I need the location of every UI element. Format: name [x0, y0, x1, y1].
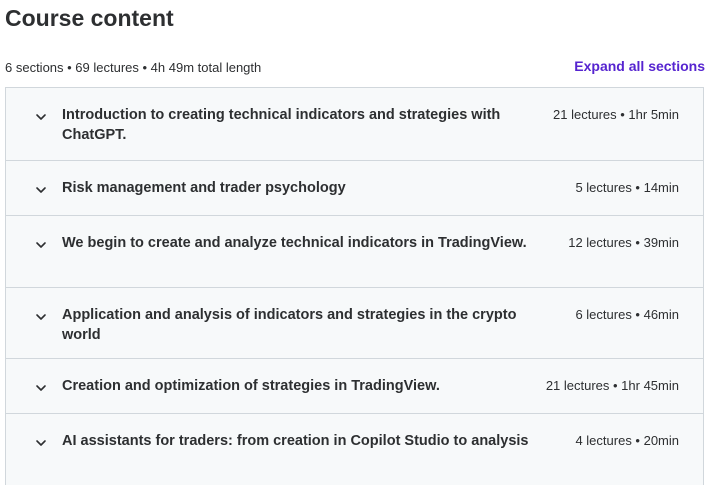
course-summary: 6 sections • 69 lectures • 4h 49m total … — [5, 60, 262, 75]
section-2-header[interactable]: Risk management and trader psychology 5 … — [6, 161, 703, 216]
section-meta: 21 lectures • 1hr 5min — [553, 107, 679, 122]
section-meta: 6 lectures • 46min — [575, 307, 679, 322]
expand-all-sections-button[interactable]: Expand all sections — [574, 58, 705, 74]
chevron-down-icon — [34, 183, 48, 197]
section-title: Creation and optimization of strategies … — [62, 378, 440, 394]
course-summary-row: 6 sections • 69 lectures • 4h 49m total … — [5, 58, 705, 78]
chevron-down-icon — [34, 238, 48, 252]
chevron-down-icon — [34, 436, 48, 450]
section-3-header[interactable]: We begin to create and analyze technical… — [6, 216, 703, 288]
section-title: We begin to create and analyze technical… — [62, 235, 527, 251]
section-5-header[interactable]: Creation and optimization of strategies … — [6, 359, 703, 414]
section-meta: 5 lectures • 14min — [575, 180, 679, 195]
section-title: Risk management and trader psychology — [62, 180, 346, 196]
section-meta: 21 lectures • 1hr 45min — [545, 378, 679, 393]
section-meta: 12 lectures • 39min — [568, 235, 679, 250]
chevron-down-icon — [34, 310, 48, 324]
section-6-header[interactable]: AI assistants for traders: from creation… — [6, 414, 703, 485]
section-4-header[interactable]: Application and analysis of indicators a… — [6, 288, 703, 359]
section-title: AI assistants for traders: from creation… — [62, 433, 529, 449]
section-title: Application and analysis of indicators a… — [62, 307, 517, 343]
chevron-down-icon — [34, 381, 48, 395]
chevron-down-icon — [34, 110, 48, 124]
section-meta: 4 lectures • 20min — [575, 433, 679, 448]
course-content-heading: Course content — [5, 5, 174, 31]
section-1-header[interactable]: Introduction to creating technical indic… — [6, 88, 703, 161]
sections-list: Introduction to creating technical indic… — [5, 87, 704, 485]
section-title: Introduction to creating technical indic… — [62, 107, 501, 143]
